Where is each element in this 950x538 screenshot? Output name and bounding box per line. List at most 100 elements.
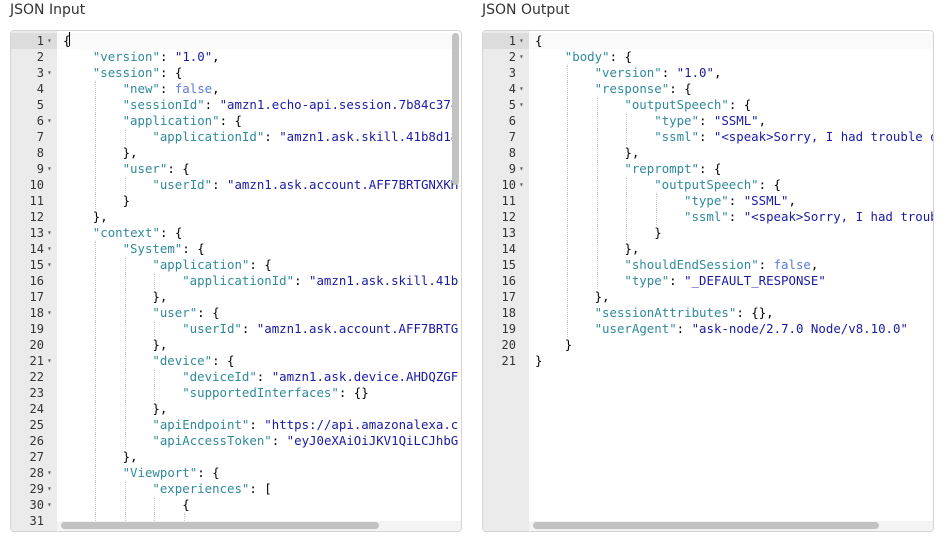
code-line[interactable]: 27}, [11,449,461,465]
code-line[interactable]: 17}, [11,289,461,305]
code-line[interactable]: 20} [483,337,933,353]
code-line[interactable]: 29 ▾ "experiences": [ [11,481,461,497]
code-line[interactable]: 3 ▾ "session": { [11,65,461,81]
indent-guide [94,289,96,305]
fold-arrow-down-icon[interactable]: ▾ [519,81,529,97]
code-line[interactable]: 1 ▾{ [483,33,933,49]
code-line[interactable]: 19 "userAgent": "ask-node/2.7.0 Node/v8.1… [483,321,933,337]
fold-arrow-down-icon[interactable]: ▾ [47,465,57,481]
json-string: "eyJ0eXAiOiJKV1QiLCJhbG [286,433,459,448]
fold-arrow-down-icon[interactable]: ▾ [47,497,57,513]
horizontal-scrollbar[interactable] [529,521,933,531]
json-string: "_DEFAULT_RESPONSE" [684,273,826,288]
code-line[interactable]: 14}, [483,241,933,257]
code-line[interactable]: 8}, [11,145,461,161]
fold-arrow-down-icon[interactable]: ▾ [47,305,57,321]
code-line[interactable]: 11 "type": "SSML", [483,193,933,209]
code-line[interactable]: 4 "new": false, [11,81,461,97]
fold-arrow-down-icon[interactable]: ▾ [519,49,529,65]
code-line[interactable]: 3 "version": "1.0", [483,65,933,81]
code-line[interactable]: 2 ▾ "body": { [483,49,933,65]
fold-arrow-down-icon[interactable]: ▾ [47,225,57,241]
fold-arrow-down-icon[interactable]: ▾ [47,481,57,497]
code-line[interactable]: 21 ▾ "device": { [11,353,461,369]
code-line[interactable]: 26 "apiAccessToken": "eyJ0eXAiOiJKV1QiLCJ… [11,433,461,449]
code-line[interactable]: 7 "applicationId": "amzn1.ask.skill.41b8d… [11,129,461,145]
fold-arrow-down-icon[interactable]: ▾ [519,161,529,177]
code-line[interactable]: 18 ▾ "user": { [11,305,461,321]
code-line[interactable]: 20}, [11,337,461,353]
code-line[interactable]: 11} [11,193,461,209]
line-number: 31 [29,514,44,528]
json-punctuation: : { [699,161,722,176]
code-line[interactable]: 30 ▾{ [11,497,461,513]
code-line[interactable]: 25 "apiEndpoint": "https://api.amazonalex… [11,417,461,433]
code-text: "Viewport": { [63,465,461,481]
code-line[interactable]: 9 ▾ "user": { [11,161,461,177]
code-line[interactable]: 15 "shouldEndSession": false, [483,257,933,273]
code-line[interactable]: 2 "version": "1.0", [11,49,461,65]
code-line[interactable]: 10 "userId": "amzn1.ask.account.AFF7BRTGN… [11,177,461,193]
horizontal-scrollbar[interactable] [57,521,461,531]
fold-arrow-down-icon[interactable]: ▾ [519,97,529,113]
horizontal-scrollbar-thumb[interactable] [533,522,879,529]
json-input-editor[interactable]: 1 ▾{2 "version": "1.0", 3 ▾ "session": {4 "new… [10,30,462,532]
fold-arrow-down-icon[interactable]: ▾ [519,177,529,193]
code-line[interactable]: 6 "type": "SSML", [483,113,933,129]
code-line[interactable]: 16 "type": "_DEFAULT_RESPONSE" [483,273,933,289]
code-line[interactable]: 5 ▾ "outputSpeech": { [483,97,933,113]
code-line[interactable]: 10 ▾ "outputSpeech": { [483,177,933,193]
fold-arrow-down-icon[interactable]: ▾ [47,161,57,177]
json-punctuation: : { [197,305,220,320]
code-line[interactable]: 5 "sessionId": "amzn1.echo-api.session.7b… [11,97,461,113]
code-line[interactable]: 23 "supportedInterfaces": {} [11,385,461,401]
fold-arrow-down-icon[interactable]: ▾ [47,65,57,81]
horizontal-scrollbar-thumb[interactable] [61,522,379,529]
code-line[interactable]: 1 ▾{ [11,33,461,49]
line-number: 27 [29,450,44,464]
code-line[interactable]: 21} [483,353,933,369]
fold-arrow-down-icon[interactable]: ▾ [519,33,529,49]
json-output-editor[interactable]: 1 ▾{2 ▾ "body": {3 "version": "1.0", 4 ▾ "respo… [482,30,934,532]
code-line[interactable]: 7 "ssml": "<speak>Sorry, I had trouble do [483,129,933,145]
code-text: } [535,225,933,241]
code-line[interactable]: 17}, [483,289,933,305]
code-line[interactable]: 8}, [483,145,933,161]
indent-guide [94,97,96,113]
code-line[interactable]: 6 ▾ "application": { [11,113,461,129]
code-line[interactable]: 13 ▾ "context": { [11,225,461,241]
fold-arrow-down-icon[interactable]: ▾ [47,257,57,273]
fold-arrow-down-icon[interactable]: ▾ [47,33,57,49]
code-line[interactable]: 16 "applicationId": "amzn1.ask.skill.41b [11,273,461,289]
code-line[interactable]: 4 ▾ "response": { [483,81,933,97]
fold-arrow-down-icon[interactable]: ▾ [47,241,57,257]
fold-arrow-down-icon[interactable]: ▾ [47,113,57,129]
fold-arrow-down-icon[interactable]: ▾ [47,353,57,369]
code-text: { [535,33,933,49]
code-line[interactable]: 12 "ssml": "<speak>Sorry, I had trouble [483,209,933,225]
vertical-scrollbar-thumb[interactable] [452,33,459,185]
code-line[interactable]: 12}, [11,209,461,225]
indent-guide [94,449,96,465]
line-number: 5 [36,98,44,112]
json-key: "response" [594,81,670,96]
code-line[interactable]: 9 ▾ "reprompt": { [483,161,933,177]
indent-guide [566,289,568,305]
code-line[interactable]: 22 "deviceId": "amzn1.ask.device.AHDQZGF [11,369,461,385]
indent-guide [124,273,126,289]
code-line[interactable]: 18 "sessionAttributes": {}, [483,305,933,321]
code-line[interactable]: 15 ▾ "application": { [11,257,461,273]
code-line[interactable]: 24}, [11,401,461,417]
indent-guide [154,385,156,401]
code-line[interactable]: 19 "userId": "amzn1.ask.account.AFF7BRTG [11,321,461,337]
line-number: 25 [29,418,44,432]
json-key: "context" [92,225,160,240]
code-line[interactable]: 14 ▾ "System": { [11,241,461,257]
code-line[interactable]: 13} [483,225,933,241]
json-punctuation: : { [159,225,183,240]
json-punctuation: } [122,193,131,208]
indent-guide [94,369,96,385]
indent-guide [124,417,126,433]
indent-guide [566,65,568,81]
code-line[interactable]: 28 ▾ "Viewport": { [11,465,461,481]
